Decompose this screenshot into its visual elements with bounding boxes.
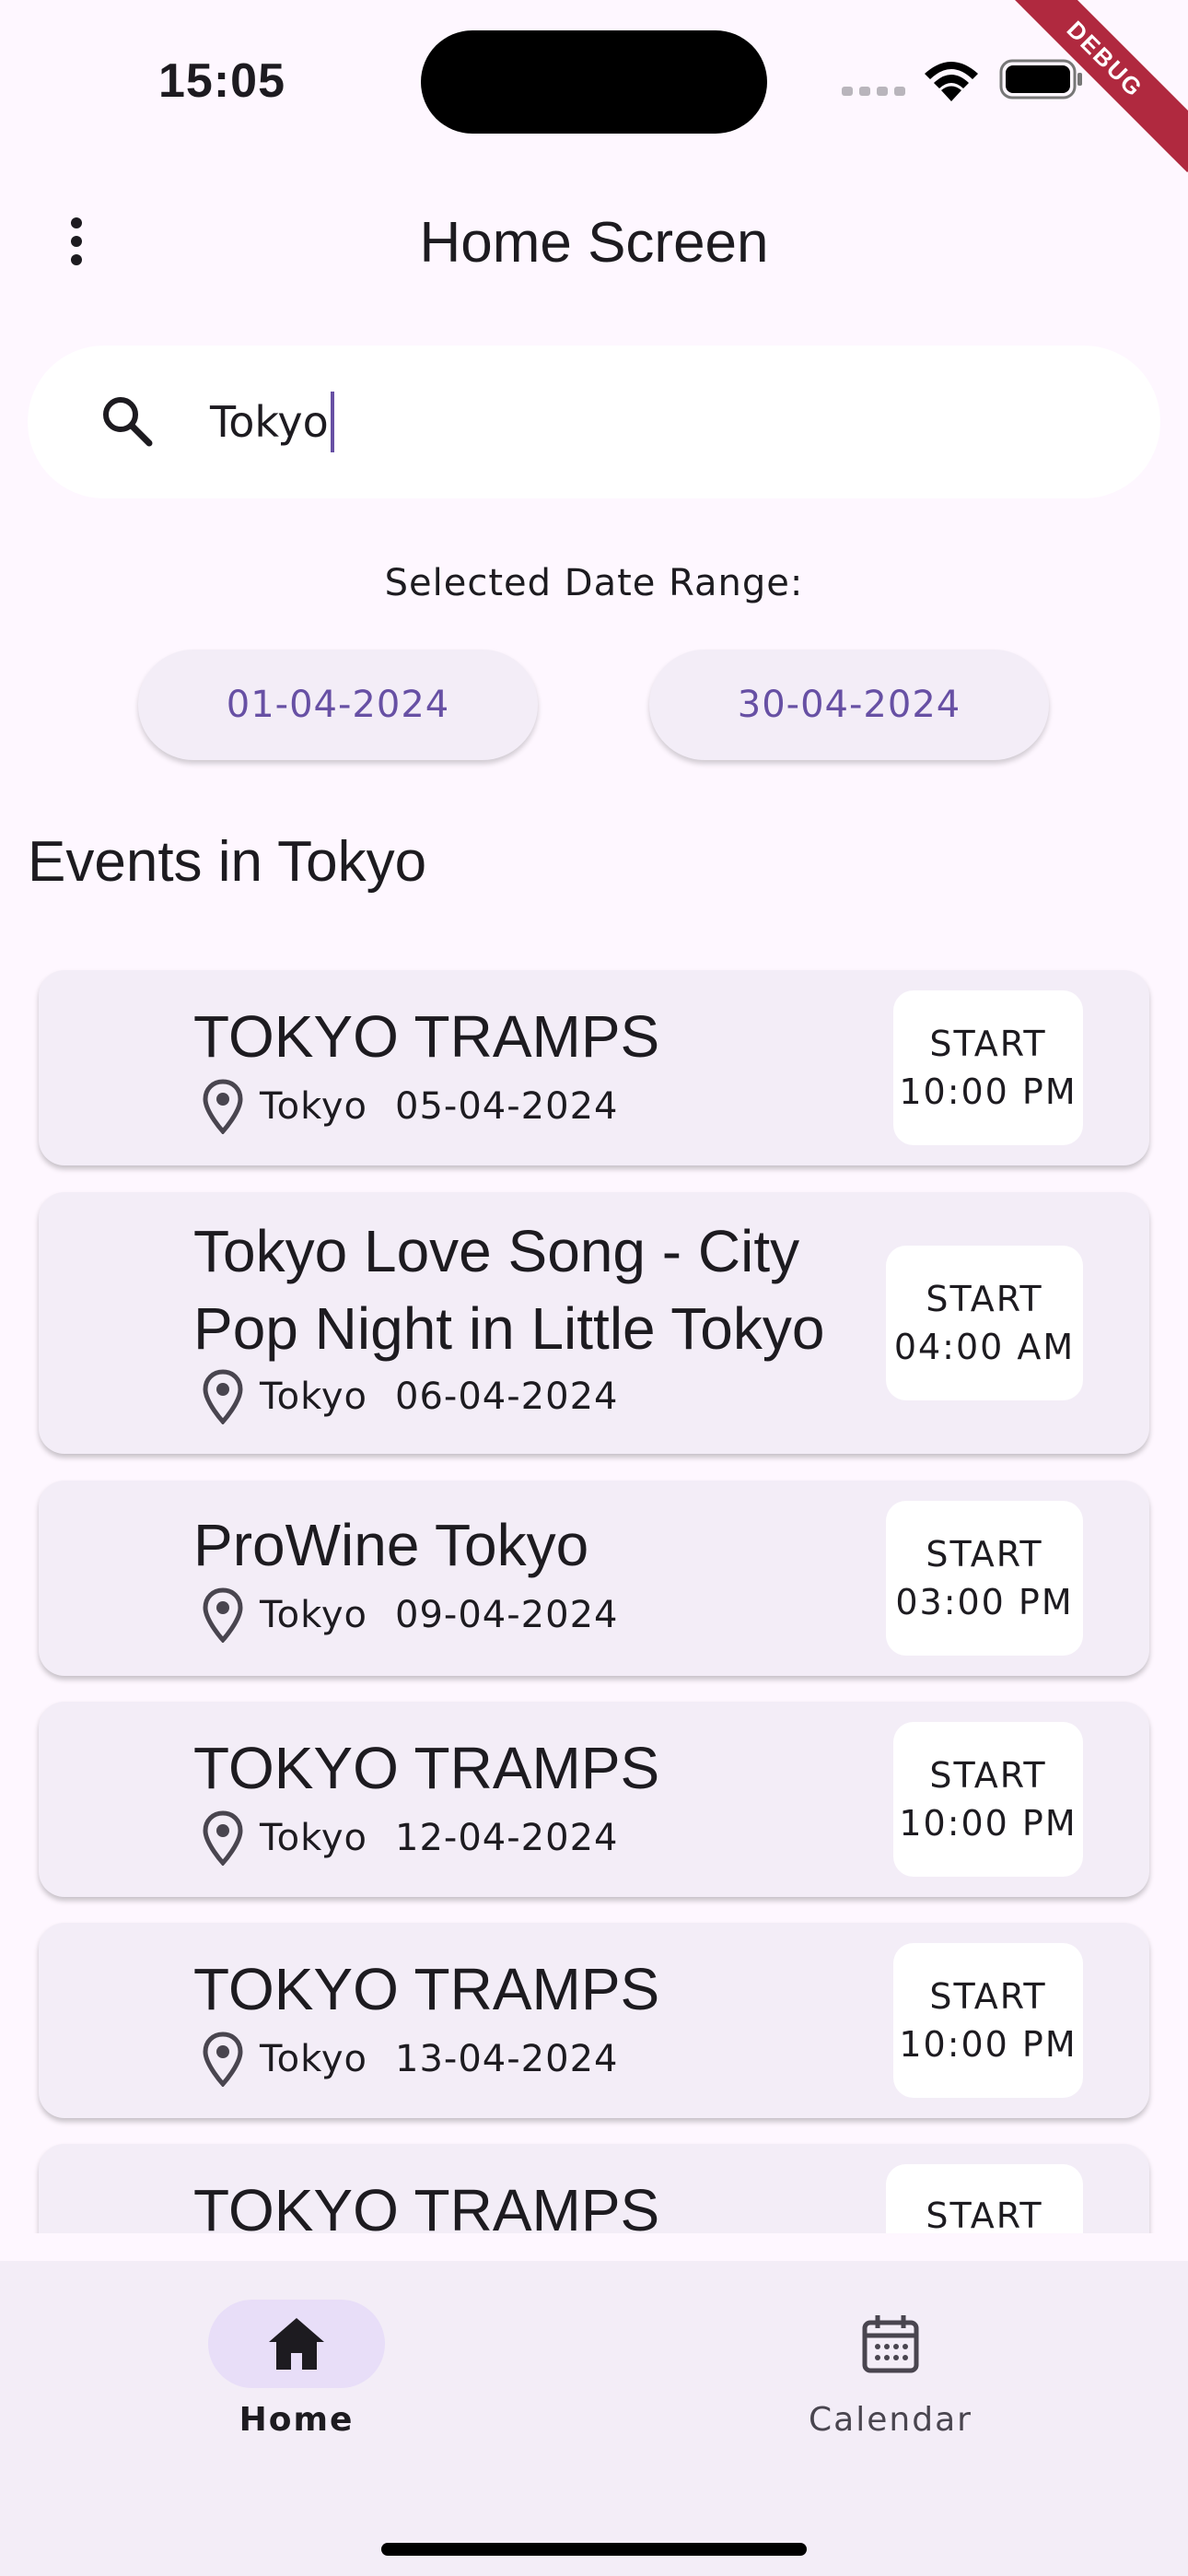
event-card[interactable]: ProWine Tokyo Tokyo 09-04-2024 START 03:… xyxy=(39,1481,1149,1676)
search-input-value: Tokyo xyxy=(210,397,329,447)
event-list[interactable]: TOKYO TRAMPS Tokyo 05-04-2024 START 10:0… xyxy=(0,967,1188,2233)
nav-label-home: Home xyxy=(239,2401,355,2439)
home-icon xyxy=(269,2318,324,2370)
event-title: TOKYO TRAMPS xyxy=(193,1735,660,1801)
page-title: Home Screen xyxy=(419,211,769,275)
event-card[interactable]: TOKYO TRAMPS Tokyo 13-04-2024 START 10:0… xyxy=(39,1923,1149,2118)
location-pin-icon xyxy=(203,1369,243,1424)
event-meta: Tokyo 13-04-2024 xyxy=(203,2032,618,2087)
event-date: 09-04-2024 xyxy=(395,1594,619,1636)
battery-icon xyxy=(999,59,1082,100)
nav-label-calendar: Calendar xyxy=(809,2401,973,2439)
text-cursor xyxy=(330,392,334,452)
event-title: TOKYO TRAMPS xyxy=(193,2177,660,2233)
start-time: 04:00 AM xyxy=(893,1327,1076,1367)
date-range-label: Selected Date Range: xyxy=(384,562,804,604)
status-bar: 15:05 DEBUG xyxy=(0,0,1188,173)
start-label: START xyxy=(926,2195,1043,2233)
section-title: Events in Tokyo xyxy=(28,830,427,894)
start-time-badge: START 04:00 AM xyxy=(886,1246,1083,1400)
event-card[interactable]: Tokyo Love Song - City Pop Night in Litt… xyxy=(39,1192,1149,1454)
event-title: TOKYO TRAMPS xyxy=(193,1956,660,2022)
event-meta: Tokyo 12-04-2024 xyxy=(203,1810,618,1866)
location-pin-icon xyxy=(203,1810,243,1866)
start-time-badge: START 10:00 PM xyxy=(893,1943,1083,2098)
status-time: 15:05 xyxy=(158,54,285,108)
wifi-icon xyxy=(925,62,978,101)
event-location: Tokyo xyxy=(260,1817,367,1859)
event-location: Tokyo xyxy=(260,1594,367,1636)
location-pin-icon xyxy=(203,1587,243,1643)
start-label: START xyxy=(926,1534,1043,1575)
event-title: ProWine Tokyo xyxy=(193,1512,589,1578)
event-meta: Tokyo 06-04-2024 xyxy=(203,1369,618,1424)
nav-item-calendar[interactable]: Calendar xyxy=(706,2300,1075,2439)
cellular-signal-icon xyxy=(842,87,905,96)
location-pin-icon xyxy=(203,2032,243,2087)
event-meta: Tokyo 09-04-2024 xyxy=(203,1587,618,1643)
event-date: 05-04-2024 xyxy=(395,1085,619,1128)
nav-indicator xyxy=(802,2300,979,2388)
end-date-button[interactable]: 30-04-2024 xyxy=(649,650,1049,760)
event-location: Tokyo xyxy=(260,1376,367,1418)
start-time: 03:00 PM xyxy=(895,1582,1074,1622)
event-meta: Tokyo 05-04-2024 xyxy=(203,1079,618,1134)
start-time: 10:00 PM xyxy=(899,2024,1077,2065)
start-label: START xyxy=(929,1755,1047,1796)
event-date: 13-04-2024 xyxy=(395,2038,619,2080)
event-title: TOKYO TRAMPS xyxy=(193,1003,660,1070)
search-input[interactable]: Tokyo xyxy=(210,390,334,454)
location-pin-icon xyxy=(203,1079,243,1134)
event-date: 06-04-2024 xyxy=(395,1376,619,1418)
start-time-badge: START 10:00 PM xyxy=(893,990,1083,1145)
dynamic-island xyxy=(421,30,767,134)
calendar-icon xyxy=(862,2315,919,2373)
event-location: Tokyo xyxy=(260,1085,367,1128)
start-label: START xyxy=(929,1976,1047,2017)
start-label: START xyxy=(929,1024,1047,1064)
bottom-navigation-bar: Home Calendar xyxy=(0,2261,1188,2576)
home-indicator[interactable] xyxy=(381,2543,807,2556)
search-icon xyxy=(103,397,153,447)
start-label: START xyxy=(926,1279,1043,1319)
event-card[interactable]: TOKYO TRAMPS Tokyo 05-04-2024 START 10:0… xyxy=(39,970,1149,1165)
nav-item-home[interactable]: Home xyxy=(112,2300,481,2439)
start-date-button[interactable]: 01-04-2024 xyxy=(138,650,538,760)
event-date: 12-04-2024 xyxy=(395,1817,619,1859)
nav-indicator xyxy=(208,2300,385,2388)
start-time: 10:00 PM xyxy=(899,1071,1077,1112)
start-time-badge: START 10:00 PM xyxy=(893,1722,1083,1877)
start-time-badge: START xyxy=(886,2164,1083,2233)
event-location: Tokyo xyxy=(260,2038,367,2080)
app-bar: Home Screen xyxy=(0,184,1188,304)
search-bar[interactable]: Tokyo xyxy=(28,345,1160,498)
event-card[interactable]: TOKYO TRAMPS Tokyo 12-04-2024 START 10:0… xyxy=(39,1702,1149,1897)
event-title: Tokyo Love Song - City Pop Night in Litt… xyxy=(193,1218,825,1362)
event-card[interactable]: TOKYO TRAMPS START xyxy=(39,2144,1149,2233)
start-time: 10:00 PM xyxy=(899,1803,1077,1844)
start-time-badge: START 03:00 PM xyxy=(886,1501,1083,1656)
